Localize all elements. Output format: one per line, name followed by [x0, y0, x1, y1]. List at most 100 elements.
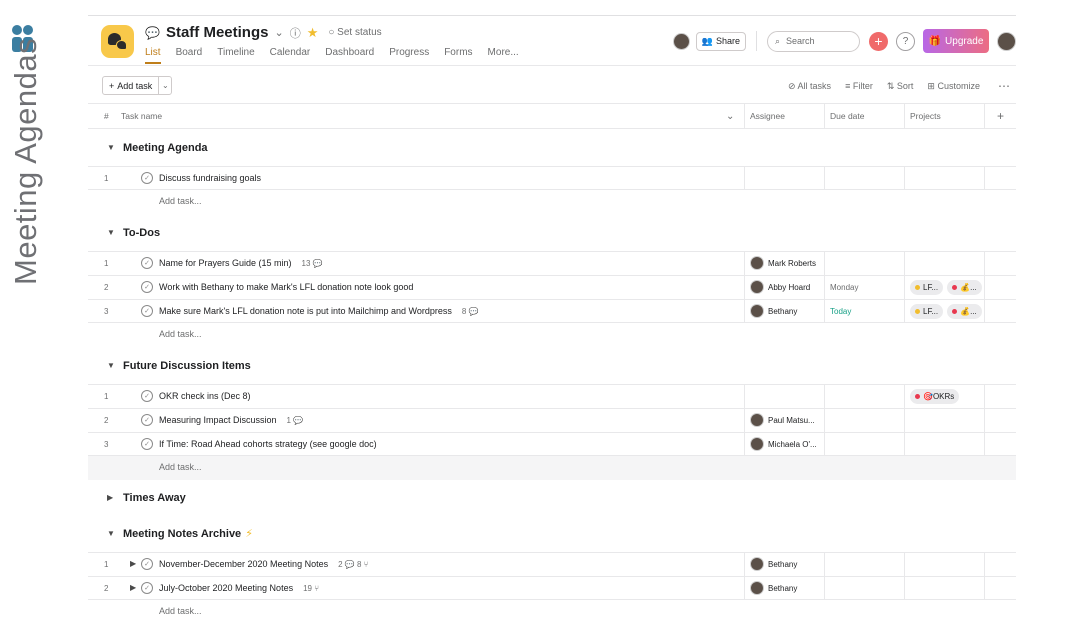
task-row[interactable]: 1 ✓ OKR check ins (Dec 8) 🎯OKRs [88, 384, 1016, 408]
project-pill[interactable]: 🎯OKRs [910, 389, 960, 404]
task-meta-counts: 19 ⑂ [303, 584, 319, 593]
add-task-inline[interactable]: Add task... [88, 456, 1016, 480]
complete-check-icon[interactable]: ✓ [141, 414, 153, 426]
project-icon[interactable] [101, 25, 134, 58]
project-pill[interactable]: 💰... [947, 304, 982, 319]
task-name[interactable]: November-December 2020 Meeting Notes 2 💬 … [159, 559, 368, 569]
complete-check-icon[interactable]: ✓ [141, 172, 153, 184]
tab-timeline[interactable]: Timeline [217, 47, 254, 64]
add-task-inline[interactable]: Add task... [88, 600, 1016, 624]
project-pill[interactable]: LF... [910, 280, 944, 295]
member-avatar[interactable] [672, 32, 690, 50]
search-input[interactable]: ⌕ Search [767, 30, 860, 52]
assignee-cell[interactable]: Abby Hoard [750, 280, 810, 294]
task-row[interactable]: 2 ✓ Work with Bethany to make Mark's LFL d… [88, 275, 1016, 299]
chevron-down-icon[interactable]: ⌄ [726, 104, 734, 128]
quick-add-button[interactable]: + [869, 31, 888, 51]
section-header[interactable]: ▼ Future Discussion Items [88, 347, 1016, 384]
task-meta-counts: 2 💬 8 ⑂ [338, 560, 369, 569]
task-name[interactable]: Discuss fundraising goals [159, 173, 261, 183]
tab-forms[interactable]: Forms [444, 47, 472, 64]
assignee-cell[interactable]: Bethany [750, 581, 797, 595]
add-task-button[interactable]: + Add task ⌄ [102, 76, 173, 95]
section-header[interactable]: ▶ Times Away [88, 480, 1016, 515]
customize-button[interactable]: ⊞ Customize [927, 81, 980, 92]
triangle-right-icon[interactable]: ▶ [107, 493, 113, 502]
due-date[interactable]: Today [830, 307, 851, 316]
project-pill[interactable]: 💰... [947, 280, 982, 295]
triangle-down-icon[interactable]: ▼ [107, 529, 115, 538]
tab-more[interactable]: More... [488, 47, 519, 64]
info-icon[interactable]: ⓘ [290, 25, 301, 41]
complete-check-icon[interactable]: ✓ [141, 438, 153, 450]
all-tasks-filter[interactable]: ⊘ All tasks [788, 81, 831, 92]
tab-dashboard[interactable]: Dashboard [325, 47, 374, 64]
divider [756, 31, 757, 51]
task-name[interactable]: July-October 2020 Meeting Notes 19 ⑂ [159, 583, 319, 593]
chevron-down-icon[interactable]: ⌄ [159, 77, 171, 94]
column-projects[interactable]: Projects [910, 104, 941, 128]
projects-cell[interactable]: 🎯OKRs [910, 389, 960, 404]
add-task-inline[interactable]: Add task... [88, 323, 1016, 347]
upgrade-button[interactable]: 🎁 Upgrade [923, 29, 989, 53]
complete-check-icon[interactable]: ✓ [141, 390, 153, 402]
task-name[interactable]: Make sure Mark's LFL donation note is pu… [159, 306, 479, 316]
tab-board[interactable]: Board [176, 47, 203, 64]
tab-calendar[interactable]: Calendar [270, 47, 311, 64]
side-title: Meeting Agendas [8, 37, 43, 285]
share-button[interactable]: 👥 Share [695, 31, 746, 51]
task-row[interactable]: 2 ▶ ✓ July-October 2020 Meeting Notes 19 ⑂ Be… [88, 576, 1016, 600]
complete-check-icon[interactable]: ✓ [141, 305, 153, 317]
sort-button[interactable]: ⇅ Sort [887, 81, 914, 92]
expand-subtasks-icon[interactable]: ▶ [130, 559, 136, 568]
set-status-link[interactable]: ○ Set status [328, 27, 381, 38]
assignee-cell[interactable]: Mark Roberts [750, 256, 816, 270]
task-name[interactable]: If Time: Road Ahead cohorts strategy (se… [159, 439, 377, 449]
expand-subtasks-icon[interactable]: ▶ [130, 583, 136, 592]
task-name[interactable]: OKR check ins (Dec 8) [159, 391, 251, 401]
task-row[interactable]: 3 ✓ If Time: Road Ahead cohorts strategy (… [88, 432, 1016, 456]
tab-list[interactable]: List [145, 47, 161, 64]
star-icon[interactable]: ★ [307, 25, 319, 41]
chevron-down-icon[interactable]: ⌄ [274, 26, 283, 39]
task-name[interactable]: Name for Prayers Guide (15 min) 13 💬 [159, 258, 323, 268]
column-assignee[interactable]: Assignee [750, 104, 785, 128]
tab-progress[interactable]: Progress [389, 47, 429, 64]
due-date[interactable]: Monday [830, 283, 858, 292]
assignee-cell[interactable]: Michaela O'... [750, 437, 817, 451]
assignee-cell[interactable]: Paul Matsu... [750, 413, 815, 427]
column-due-date[interactable]: Due date [830, 104, 865, 128]
section-header[interactable]: ▼ Meeting Notes Archive ⚡ [88, 515, 1016, 552]
triangle-down-icon[interactable]: ▼ [107, 361, 115, 370]
avatar [750, 304, 764, 318]
task-row[interactable]: 2 ✓ Measuring Impact Discussion 1 💬 Paul Mat… [88, 408, 1016, 432]
triangle-down-icon[interactable]: ▼ [107, 228, 115, 237]
complete-check-icon[interactable]: ✓ [141, 582, 153, 594]
task-row[interactable]: 1 ▶ ✓ November-December 2020 Meeting Notes 2… [88, 552, 1016, 576]
project-title[interactable]: Staff Meetings [166, 24, 269, 41]
assignee-cell[interactable]: Bethany [750, 304, 797, 318]
assignee-cell[interactable]: Bethany [750, 557, 797, 571]
add-column-icon[interactable]: + [997, 104, 1004, 128]
user-avatar[interactable] [997, 31, 1016, 51]
section-header[interactable]: ▼ Meeting Agenda [88, 129, 1016, 166]
task-name[interactable]: Work with Bethany to make Mark's LFL don… [159, 282, 413, 292]
projects-cell[interactable]: LF... 💰... [910, 304, 982, 319]
task-name[interactable]: Measuring Impact Discussion 1 💬 [159, 415, 303, 425]
projects-cell[interactable]: LF... 💰... [910, 280, 982, 295]
column-task-name[interactable]: Task name [121, 104, 162, 128]
task-row[interactable]: 3 ✓ Make sure Mark's LFL donation note is … [88, 299, 1016, 323]
triangle-down-icon[interactable]: ▼ [107, 143, 115, 152]
complete-check-icon[interactable]: ✓ [141, 257, 153, 269]
add-task-inline[interactable]: Add task... [88, 190, 1016, 214]
section-header[interactable]: ▼ To-Dos [88, 214, 1016, 251]
project-pill[interactable]: LF... [910, 304, 944, 319]
help-button[interactable]: ? [896, 31, 915, 51]
complete-check-icon[interactable]: ✓ [141, 558, 153, 570]
more-options-icon[interactable]: ⋯ [998, 79, 1011, 93]
avatar [750, 280, 764, 294]
filter-button[interactable]: ≡ Filter [845, 81, 873, 91]
task-row[interactable]: 1 ✓ Name for Prayers Guide (15 min) 13 💬 Mar… [88, 251, 1016, 275]
task-row[interactable]: 1 ✓ Discuss fundraising goals [88, 166, 1016, 190]
complete-check-icon[interactable]: ✓ [141, 281, 153, 293]
